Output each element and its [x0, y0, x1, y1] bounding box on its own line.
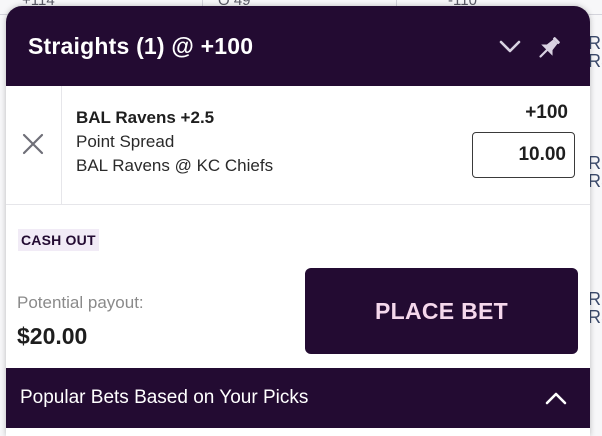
bet-game: BAL Ravens @ KC Chiefs	[76, 156, 274, 175]
bet-slip: Straights (1) @ +100 BAL Ravens +2.5 Poi…	[6, 6, 590, 436]
pin-icon	[539, 37, 560, 58]
chevron-down-icon	[499, 40, 521, 53]
cashout-badge: CASH OUT	[18, 229, 99, 251]
bet-market: Point Spread	[76, 132, 175, 151]
wager-input[interactable]	[472, 132, 575, 178]
background-edge-label: RRS	[588, 154, 602, 190]
pin-slip-button[interactable]	[534, 33, 564, 63]
bet-odds: +100	[525, 102, 568, 123]
chevron-up-icon	[545, 392, 567, 405]
bet-selection: BAL Ravens +2.5	[76, 108, 215, 127]
background-edge-label: RRS	[588, 34, 602, 70]
potential-payout-label: Potential payout:	[17, 293, 144, 312]
potential-payout-value: $20.00	[17, 323, 88, 349]
collapse-slip-button[interactable]	[496, 34, 524, 60]
popular-bets-toggle[interactable]: Popular Bets Based on Your Picks	[6, 368, 590, 428]
bet-slip-title: Straights (1) @ +100	[28, 33, 254, 59]
popular-bets-label: Popular Bets Based on Your Picks	[20, 387, 309, 408]
close-icon	[22, 133, 44, 155]
place-bet-button[interactable]: PLACE BET	[305, 268, 578, 354]
background-edge-label: RRS	[588, 290, 602, 326]
bet-slip-header[interactable]: Straights (1) @ +100	[6, 6, 590, 86]
remove-bet-button[interactable]	[6, 86, 62, 204]
bet-item: BAL Ravens +2.5 Point Spread BAL Ravens …	[6, 86, 590, 205]
